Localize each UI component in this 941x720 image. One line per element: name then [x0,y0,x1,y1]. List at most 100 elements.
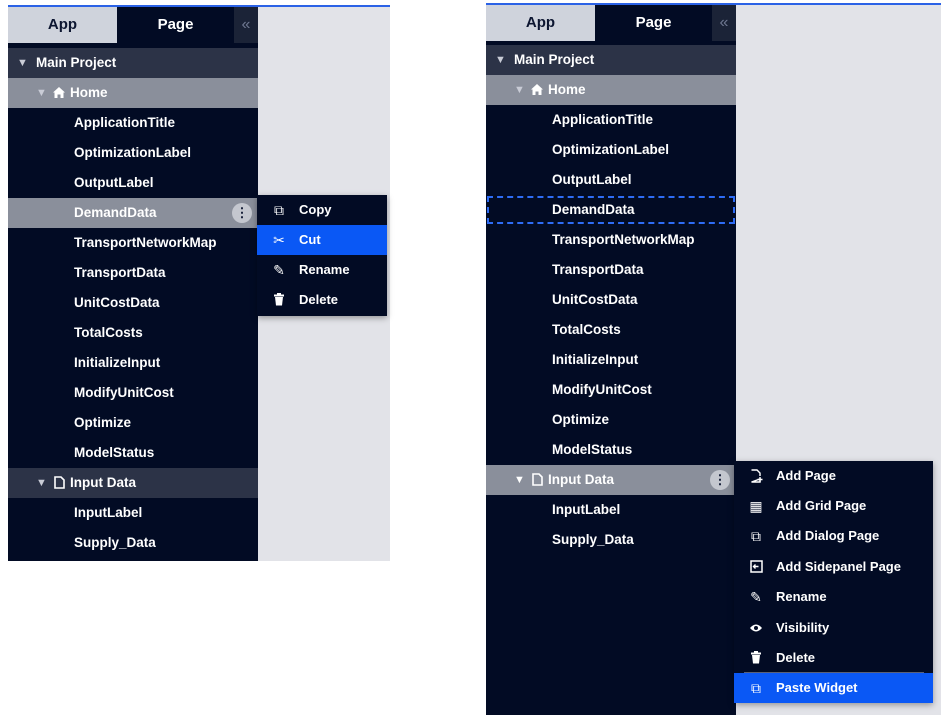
tree-item-widget[interactable]: UnitCostData [8,288,258,318]
visibility-icon [747,613,765,643]
tree-item-label: ModelStatus [74,445,155,460]
add-page-icon [747,461,765,493]
tree-item-input-data[interactable]: ▼ Input Data [8,468,258,498]
tree-item-widget[interactable]: ApplicationTitle [486,105,736,135]
menu-item-copy[interactable]: ⧉ Copy [257,195,387,225]
caret-down-icon[interactable]: ▼ [17,48,28,78]
tree-item-widget-cut[interactable]: DemandData [486,195,736,225]
menu-item-label: Visibility [776,620,830,635]
tree-item-label: DemandData [74,205,157,220]
tree-item-label: Optimize [74,415,132,430]
menu-item-label: Cut [299,232,321,247]
caret-down-icon[interactable]: ▼ [514,75,525,105]
menu-item-rename[interactable]: ✎ Rename [257,255,387,285]
tree-item-label: OutputLabel [552,172,632,187]
delete-icon [747,643,765,674]
paste-icon: ⧉ [751,680,761,696]
tree-item-widget[interactable]: ModelStatus [486,435,736,465]
tree-item-label: InitializeInput [74,355,161,370]
tree-item-label: TransportData [74,265,166,280]
tree-item-label: InitializeInput [552,352,639,367]
tree-item-label: ApplicationTitle [552,112,654,127]
caret-down-icon[interactable]: ▼ [36,78,47,108]
tree-item-label: ModifyUnitCost [552,382,652,397]
tree-item-widget[interactable]: TransportNetworkMap [8,228,258,258]
tree-item-label: Input Data [70,475,136,490]
tree-item-label: Home [548,82,586,97]
tree-item-main-project[interactable]: ▼ Main Project [8,48,258,78]
page-icon [532,473,543,486]
menu-item-delete[interactable]: Delete [734,643,933,673]
rename-icon: ✎ [273,262,285,278]
tree-item-widget[interactable]: Optimize [486,405,736,435]
tree-item-main-project[interactable]: ▼ Main Project [486,45,736,75]
tree-item-widget[interactable]: OptimizationLabel [486,135,736,165]
tree-item-widget[interactable]: ApplicationTitle [8,108,258,138]
tree-item-widget[interactable]: ModifyUnitCost [486,375,736,405]
tab-page[interactable]: Page [117,7,234,43]
collapse-sidebar-button[interactable]: « [712,5,736,41]
menu-item-add-grid-page[interactable]: ▦ Add Grid Page [734,491,933,521]
tab-app[interactable]: App [486,5,595,41]
tree-item-label: TransportNetworkMap [74,235,217,250]
tree-item-label: InputLabel [74,505,143,520]
tree-item-widget[interactable]: TransportNetworkMap [486,225,736,255]
tree-item-widget[interactable]: InitializeInput [486,345,736,375]
caret-down-icon[interactable]: ▼ [495,45,506,75]
tree-item-widget[interactable]: ModifyUnitCost [8,378,258,408]
tree-item-label: ApplicationTitle [74,115,176,130]
tree-item-label: TransportNetworkMap [552,232,695,247]
tree-item-label: Home [70,85,108,100]
caret-down-icon[interactable]: ▼ [36,468,47,498]
delete-icon [270,285,288,316]
tab-app[interactable]: App [8,7,117,43]
menu-item-label: Add Dialog Page [776,528,880,543]
tree-item-widget[interactable]: UnitCostData [486,285,736,315]
tree-item-widget[interactable]: TotalCosts [8,318,258,348]
tab-page[interactable]: Page [595,5,712,41]
tree-item-home[interactable]: ▼ Home [486,75,736,105]
collapse-sidebar-button[interactable]: « [234,7,258,43]
tree-item-widget[interactable]: Supply_Data [486,525,736,555]
tree-item-widget[interactable]: TransportData [486,255,736,285]
tree-item-widget[interactable]: OutputLabel [8,168,258,198]
menu-item-paste-widget[interactable]: ⧉ Paste Widget [734,673,933,703]
menu-item-cut[interactable]: ✂ Cut [257,225,387,255]
page-context-menu: Add Page ▦ Add Grid Page ⧉ Add Dialog Pa… [734,461,933,703]
cut-icon: ✂ [273,232,285,248]
tree-item-widget[interactable]: OutputLabel [486,165,736,195]
home-icon [53,87,65,98]
menu-item-delete[interactable]: Delete [257,285,387,315]
tree-item-widget[interactable]: InitializeInput [8,348,258,378]
project-tree-sidebar: App Page « ▼ Main Project ▼ Home Applica… [486,5,736,715]
menu-item-add-sidepanel-page[interactable]: Add Sidepanel Page [734,552,933,582]
caret-down-icon[interactable]: ▼ [514,465,525,495]
kebab-icon[interactable]: ⋮ [232,203,252,223]
tree-item-widget[interactable]: Optimize [8,408,258,438]
menu-item-rename[interactable]: ✎ Rename [734,582,933,612]
tree-item-input-data-selected[interactable]: ▼ Input Data ⋮ [486,465,736,495]
tree-item-widget[interactable]: TotalCosts [486,315,736,345]
tree-item-label: OutputLabel [74,175,154,190]
tree-item-widget-selected[interactable]: DemandData ⋮ [8,198,258,228]
tree-item-widget[interactable]: TransportData [8,258,258,288]
menu-item-visibility[interactable]: Visibility [734,613,933,643]
kebab-icon[interactable]: ⋮ [710,470,730,490]
tree-item-widget[interactable]: InputLabel [8,498,258,528]
tree-item-widget[interactable]: Supply_Data [8,528,258,558]
tree-item-widget[interactable]: OptimizationLabel [8,138,258,168]
tree-item-label: ModifyUnitCost [74,385,174,400]
tree-item-home[interactable]: ▼ Home [8,78,258,108]
menu-item-add-page[interactable]: Add Page [734,461,933,491]
widget-context-menu: ⧉ Copy ✂ Cut ✎ Rename Delete [257,195,387,316]
tree-item-widget[interactable]: ModelStatus [8,438,258,468]
sidebar-tabs: App Page « [486,5,736,41]
tree-item-widget[interactable]: InputLabel [486,495,736,525]
tree-item-label: UnitCostData [74,295,160,310]
tree-item-label: ModelStatus [552,442,633,457]
sidebar-tabs: App Page « [8,7,258,43]
menu-item-label: Add Sidepanel Page [776,559,901,574]
home-icon [531,84,543,95]
menu-item-label: Add Grid Page [776,498,867,513]
menu-item-add-dialog-page[interactable]: ⧉ Add Dialog Page [734,521,933,551]
